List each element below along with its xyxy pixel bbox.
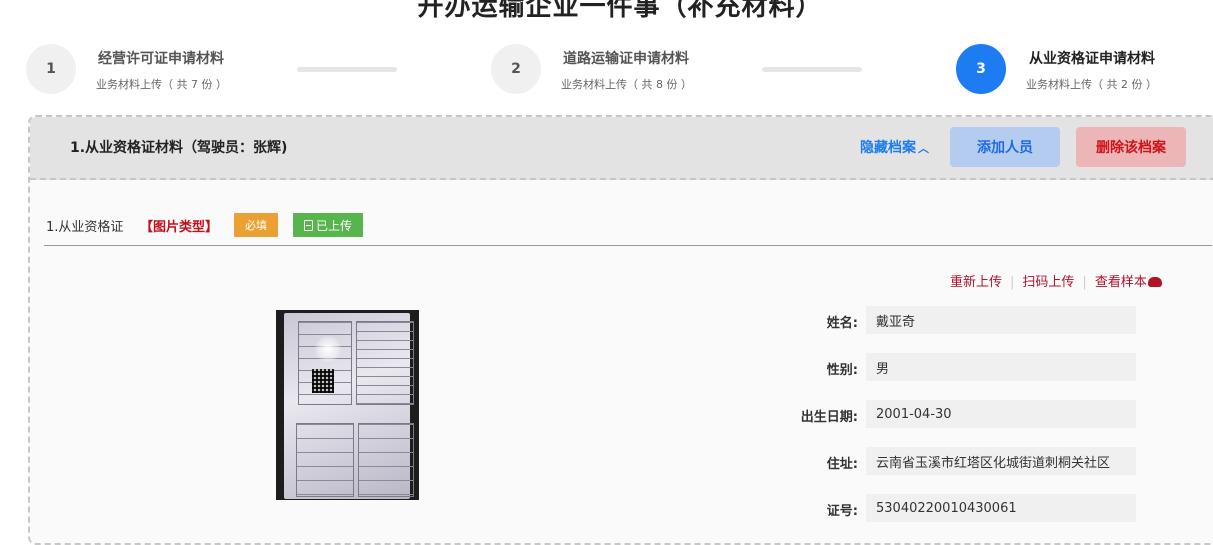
delete-archive-button[interactable]: 删除该档案 xyxy=(1076,127,1186,167)
image-detail xyxy=(356,321,414,405)
step-connector-2 xyxy=(762,67,862,72)
name-value: 戴亚奇 xyxy=(866,306,1136,334)
archive-title: 1.从业资格证材料（驾驶员：张辉) xyxy=(70,140,288,156)
divider: | xyxy=(1010,275,1015,290)
address-label: 住址: xyxy=(826,457,858,472)
step-connector-1 xyxy=(297,67,397,72)
reupload-link[interactable]: 重新上传 xyxy=(950,275,1002,290)
required-badge: 必填 xyxy=(234,213,278,237)
address-value: 云南省玉溪市红塔区化城街道刺桐关社区 xyxy=(866,447,1136,475)
cloud-icon xyxy=(1147,277,1162,287)
step-1-title: 经营许可证申请材料 xyxy=(98,51,224,67)
image-detail xyxy=(314,335,342,363)
add-person-button[interactable]: 添加人员 xyxy=(950,127,1060,167)
page-title: 开办运输企业一件事（补充材料） xyxy=(417,0,823,22)
view-sample-link[interactable]: 查看样本 xyxy=(1095,275,1162,290)
qr-code-image xyxy=(312,369,334,393)
step-3-subtitle: 业务材料上传（ 共 2 份 ） xyxy=(1026,78,1157,91)
step-3-title: 从业资格证申请材料 xyxy=(1029,51,1155,67)
upload-actions: 重新上传 | 扫码上传 | 查看样本 xyxy=(950,271,1162,290)
hide-archive-label: 隐藏档案 xyxy=(860,140,916,156)
material-type: 【图片类型】 xyxy=(140,220,219,235)
gender-label: 性别: xyxy=(826,363,858,378)
material-label: 1.从业资格证 xyxy=(46,220,124,235)
step-3-number: 3 xyxy=(956,44,1006,94)
hide-archive-link[interactable]: 隐藏档案 ︿ xyxy=(860,137,929,157)
material-row: 1.从业资格证 【图片类型】 必填 已上传 xyxy=(44,213,1212,246)
archive-header: 1.从业资格证材料（驾驶员：张辉) 隐藏档案 ︿ 添加人员 删除该档案 xyxy=(30,117,1213,180)
uploaded-badge: 已上传 xyxy=(293,213,363,237)
license-number-label: 证号: xyxy=(826,504,858,519)
divider: | xyxy=(1082,275,1087,290)
step-1-subtitle: 业务材料上传（ 共 7 份 ） xyxy=(96,78,227,91)
chevron-up-icon: ︿ xyxy=(918,142,929,155)
image-detail xyxy=(358,423,414,497)
gender-value: 男 xyxy=(866,353,1136,381)
scan-upload-link[interactable]: 扫码上传 xyxy=(1022,275,1074,290)
birth-date-value: 2001-04-30 xyxy=(866,400,1136,428)
view-sample-label: 查看样本 xyxy=(1094,275,1147,290)
certificate-photo[interactable] xyxy=(276,310,419,500)
uploaded-label: 已上传 xyxy=(315,218,352,233)
certificate-document-image xyxy=(284,313,414,499)
step-2-subtitle: 业务材料上传（ 共 8 份 ） xyxy=(561,78,692,91)
step-2-number: 2 xyxy=(491,44,541,94)
name-label: 姓名: xyxy=(826,316,858,331)
birth-date-label: 出生日期: xyxy=(800,410,858,425)
license-number-value: 53040220010430061 xyxy=(866,494,1136,522)
step-2-title: 道路运输证申请材料 xyxy=(563,51,689,67)
document-icon xyxy=(303,219,313,231)
step-1-number: 1 xyxy=(26,44,76,94)
image-detail xyxy=(296,423,354,497)
